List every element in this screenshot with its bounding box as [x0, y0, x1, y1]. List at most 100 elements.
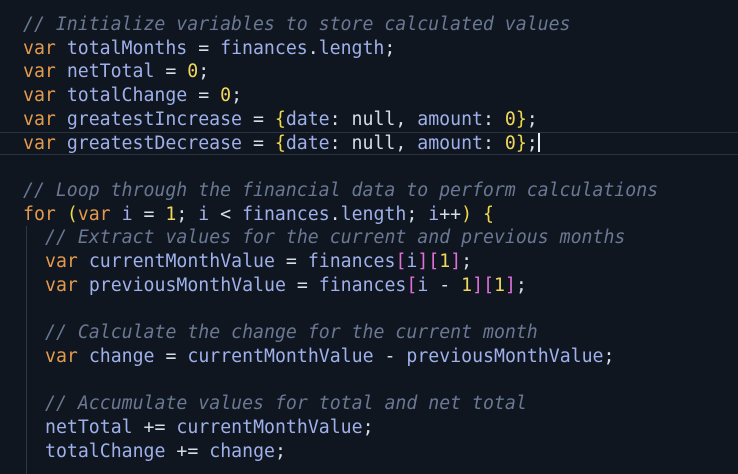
code-token-punctuation: ;	[461, 251, 473, 272]
code-token-punctuation: ;	[384, 37, 396, 59]
code-line[interactable]: var greatestDecrease = {date: null, amou…	[0, 131, 738, 156]
code-token-keyword: for	[23, 203, 56, 225]
code-line[interactable]	[0, 369, 738, 393]
code-token-identifier: netTotal	[66, 61, 155, 83]
code-token-punctuation: .	[307, 37, 319, 59]
code-token-identifier: i	[198, 203, 210, 225]
code-token-operator: ++	[439, 203, 462, 225]
code-line[interactable]: // Initialize variables to store calcula…	[0, 13, 738, 37]
code-token-operator: +=	[132, 416, 177, 438]
code-line[interactable]: for (var i = 1; i < finances.length; i++…	[0, 203, 738, 227]
code-line[interactable]: var greatestIncrease = {date: null, amou…	[0, 108, 738, 132]
code-line[interactable]: var totalMonths = finances.length;	[0, 37, 738, 61]
code-token-keyword: var	[23, 132, 56, 154]
code-token-punctuation: .	[329, 203, 341, 225]
code-token-punctuation: ;	[231, 85, 243, 107]
code-token-identifier: i	[406, 251, 418, 272]
code-token-operator: -	[428, 274, 462, 296]
code-token-operator: =	[154, 61, 188, 83]
code-token-property: date	[285, 108, 330, 130]
code-token-comment: // Extract values for the current and pr…	[45, 227, 626, 249]
code-token-ws	[56, 109, 67, 130]
code-token-brace: }	[515, 108, 527, 130]
code-line[interactable]: // Accumulate values for total and net t…	[0, 392, 738, 416]
code-token-keyword: var	[45, 345, 78, 367]
code-line[interactable]: var currentMonthValue = finances[i][1];	[0, 250, 738, 274]
code-token-keyword: var	[23, 37, 56, 59]
code-token-identifier: totalChange	[45, 440, 166, 462]
code-token-property: length	[340, 203, 407, 225]
code-line[interactable]: totalChange += change;	[0, 440, 738, 464]
code-token-identifier: i	[121, 203, 133, 225]
code-token-keyword: var	[45, 251, 78, 272]
code-token-number: 0	[504, 108, 516, 130]
code-token-operator: =	[242, 108, 275, 130]
code-token-identifier: change	[88, 345, 155, 367]
code-token-ws	[56, 85, 67, 106]
code-token-ws	[56, 38, 67, 59]
code-line[interactable]: netTotal += currentMonthValue;	[0, 416, 738, 440]
code-token-operator: =	[285, 274, 319, 296]
code-token-property: amount	[417, 108, 483, 130]
code-editor[interactable]: // Initialize variables to store calcula…	[0, 0, 738, 474]
code-token-bracket_outer: [	[428, 251, 440, 272]
code-token-operator: =	[274, 251, 308, 272]
code-token-bracket_outer: ]	[417, 251, 429, 272]
code-line[interactable]: // Loop through the financial data to pe…	[0, 179, 738, 203]
code-token-comment: // Initialize variables to store calcula…	[23, 14, 571, 35]
code-line[interactable]: var totalChange = 0;	[0, 84, 738, 108]
code-token-identifier: totalMonths	[66, 37, 188, 59]
code-token-operator: <	[209, 203, 243, 225]
code-token-identifier: finances	[242, 203, 330, 225]
code-token-property: amount	[417, 132, 483, 154]
code-token-ws	[56, 133, 67, 154]
code-token-keyword: var	[77, 203, 111, 225]
code-token-keyword: var	[23, 85, 56, 107]
code-token-comment: // Loop through the financial data to pe…	[23, 179, 659, 201]
code-token-operator: =	[187, 37, 221, 59]
code-token-keyword: var	[45, 274, 78, 296]
code-token-identifier: change	[209, 440, 275, 462]
code-line[interactable]: // Calculate the change for the current …	[0, 321, 738, 345]
code-token-brace: {	[483, 203, 494, 225]
code-token-number: 1	[461, 274, 473, 296]
code-token-number: 1	[439, 251, 451, 272]
code-token-paren: )	[461, 203, 473, 225]
code-line[interactable]: var previousMonthValue = finances[i - 1]…	[0, 274, 738, 298]
code-token-bracket_outer: [	[483, 274, 495, 296]
code-line[interactable]: var netTotal = 0;	[0, 60, 738, 84]
code-token-ws	[56, 204, 67, 225]
code-token-property: date	[285, 132, 330, 154]
code-token-number: 0	[220, 85, 232, 107]
code-token-identifier: previousMonthValue	[88, 274, 286, 296]
code-token-operator: =	[187, 85, 221, 107]
code-token-property: length	[318, 37, 385, 59]
code-token-brace: {	[274, 132, 286, 154]
code-line[interactable]	[0, 155, 738, 179]
code-token-number: 0	[187, 61, 199, 83]
code-token-identifier: totalChange	[66, 85, 188, 107]
code-line[interactable]	[0, 297, 738, 321]
code-token-identifier: finances	[220, 37, 308, 59]
code-token-punctuation: ;	[515, 274, 527, 296]
code-token-operator: =	[132, 203, 166, 225]
code-token-identifier: currentMonthValue	[187, 345, 374, 367]
code-token-operator: =	[154, 345, 188, 367]
code-token-punctuation: ,	[395, 132, 418, 154]
code-token-punctuation: ;	[406, 203, 429, 225]
code-token-punctuation: ,	[395, 108, 418, 130]
text-cursor	[537, 132, 540, 152]
code-token-null: null	[351, 108, 396, 130]
code-token-identifier: currentMonthValue	[176, 416, 363, 438]
code-token-operator: =	[242, 132, 275, 154]
code-token-operator: -	[373, 345, 407, 367]
code-token-punctuation: :	[329, 108, 352, 130]
code-token-punctuation: ;	[198, 61, 210, 83]
code-token-punctuation: :	[482, 108, 505, 130]
code-token-punctuation: ;	[526, 132, 538, 154]
code-line[interactable]: var change = currentMonthValue - previou…	[0, 345, 738, 369]
code-line[interactable]: // Extract values for the current and pr…	[0, 226, 738, 250]
code-token-brace: }	[515, 132, 527, 154]
code-token-bracket_outer: [	[395, 251, 407, 272]
code-token-ws	[78, 275, 89, 296]
